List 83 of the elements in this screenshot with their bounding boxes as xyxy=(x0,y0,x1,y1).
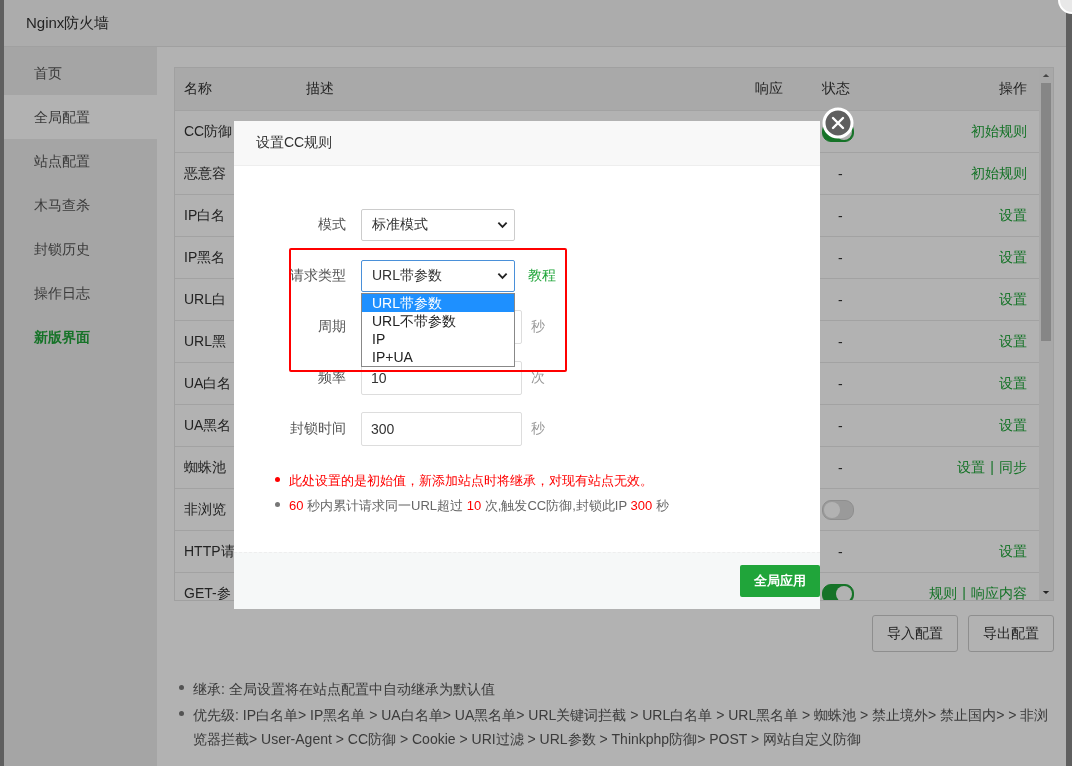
column-header: 状态 xyxy=(821,80,851,98)
action-link[interactable]: 设置 xyxy=(957,458,986,477)
action-link[interactable]: 设置 xyxy=(999,206,1027,225)
table-cell: - xyxy=(838,333,843,350)
scrollbar[interactable] xyxy=(1039,68,1053,600)
action-link[interactable]: 设置 xyxy=(999,248,1027,267)
unit-label: 次 xyxy=(531,369,545,387)
tutorial-link[interactable]: 教程 xyxy=(528,267,556,285)
hint-text: 此处设置的是初始值，新添加站点时将继承，对现有站点无效。 xyxy=(289,472,653,490)
toggle-switch[interactable] xyxy=(822,583,854,600)
table-cell: - xyxy=(838,417,843,434)
bullet-dot xyxy=(179,685,184,690)
note-text: 优先级: IP白名单> IP黑名单 > UA白名单> UA黑名单> URL关键词拦截 > URL白名单 > URL黑名单 > 蜘蛛池 > 禁止境外> 禁止国内> > 非浏览器拦截> User-Agent > CC防御 > Cookie > URI过滤 > URL参数 > Thinkphp防御> POST > 网站自定义防御 xyxy=(193,706,1050,749)
select-field[interactable]: 标准模式 xyxy=(361,209,515,241)
action-link[interactable]: 初始规则 xyxy=(971,122,1027,141)
column-header: 操作 xyxy=(998,80,1028,98)
column-header: 名称 xyxy=(183,80,213,98)
action-link[interactable]: 响应内容 xyxy=(971,584,1027,600)
action-link[interactable]: 设置 xyxy=(999,290,1027,309)
table-cell: IP黑名 xyxy=(184,248,226,265)
field-label: 请求类型 xyxy=(289,267,347,285)
table-cell: URL白 xyxy=(184,290,226,307)
sidebar-item[interactable]: 封锁历史 xyxy=(4,227,157,271)
table-cell: 蜘蛛池 xyxy=(184,458,226,475)
config-button[interactable]: 导出配置 xyxy=(968,615,1054,652)
toggle-switch[interactable] xyxy=(822,499,854,520)
sidebar-item[interactable]: 新版界面 xyxy=(4,315,157,359)
chevron-down-icon xyxy=(497,221,508,229)
input-field[interactable]: 300 xyxy=(361,412,522,446)
field-label: 封锁时间 xyxy=(289,420,347,438)
unit-label: 秒 xyxy=(531,318,545,336)
table-cell: - xyxy=(838,291,843,308)
hint-text: 60 秒内累计请求同一URL超过 10 次,触发CC防御,封锁此IP 300 秒 xyxy=(289,497,669,515)
table-cell: - xyxy=(838,207,843,224)
apply-button[interactable]: 全局应用 xyxy=(740,565,820,597)
dropdown-option[interactable]: IP xyxy=(362,330,514,348)
action-link[interactable]: 设置 xyxy=(999,332,1027,351)
separator: | xyxy=(990,458,994,477)
field-label: 模式 xyxy=(317,216,347,234)
chevron-down-icon xyxy=(497,272,508,280)
column-header: 描述 xyxy=(306,80,335,98)
sidebar-item[interactable]: 操作日志 xyxy=(4,271,157,315)
dialog-title: 设置CC规则 xyxy=(256,134,333,152)
separator: | xyxy=(962,584,966,600)
table-cell: - xyxy=(838,249,843,266)
table-cell: UA黑名 xyxy=(184,416,232,433)
action-link[interactable]: 设置 xyxy=(999,416,1027,435)
bullet-dot xyxy=(275,502,280,507)
note-text: 继承: 全局设置将在站点配置中自动继承为默认值 xyxy=(193,680,495,699)
table-cell: - xyxy=(838,459,843,476)
scroll-up-icon[interactable] xyxy=(1042,73,1050,78)
dropdown-option[interactable]: URL不带参数 xyxy=(362,312,514,330)
table-cell: HTTP请 xyxy=(184,542,235,559)
table-cell: 非浏览 xyxy=(184,500,226,517)
table-cell: CC防御 xyxy=(184,122,233,139)
sidebar-item[interactable]: 首页 xyxy=(4,51,157,95)
config-button[interactable]: 导入配置 xyxy=(872,615,958,652)
column-header: 响应 xyxy=(755,80,784,98)
field-label: 周期 xyxy=(317,318,347,336)
table-cell: - xyxy=(838,543,843,560)
table-cell: 恶意容 xyxy=(184,164,226,181)
bullet-dot xyxy=(179,711,184,716)
table-cell: GET-参 xyxy=(184,584,231,600)
window-title: Nginx防火墙 xyxy=(26,13,110,33)
sidebar-item[interactable]: 站点配置 xyxy=(4,139,157,183)
field-label: 频率 xyxy=(317,369,347,387)
table-cell: - xyxy=(838,165,843,182)
scroll-down-icon[interactable] xyxy=(1042,590,1050,595)
action-link[interactable]: 初始规则 xyxy=(971,164,1027,183)
action-link[interactable]: 规则 xyxy=(929,584,958,600)
select-field[interactable]: URL带参数 xyxy=(361,260,515,292)
table-cell: UA白名 xyxy=(184,374,232,391)
table-cell: IP白名 xyxy=(184,206,226,223)
action-link[interactable]: 同步 xyxy=(999,458,1027,477)
action-link[interactable]: 设置 xyxy=(999,542,1027,561)
table-cell: URL黑 xyxy=(184,332,226,349)
sidebar-item[interactable]: 木马查杀 xyxy=(4,183,157,227)
action-link[interactable]: 设置 xyxy=(999,374,1027,393)
unit-label: 秒 xyxy=(531,420,545,438)
bullet-dot xyxy=(275,477,280,482)
table-cell: - xyxy=(838,375,843,392)
sidebar-item[interactable]: 全局配置 xyxy=(4,95,157,139)
dropdown-option[interactable]: URL带参数 xyxy=(362,294,514,312)
